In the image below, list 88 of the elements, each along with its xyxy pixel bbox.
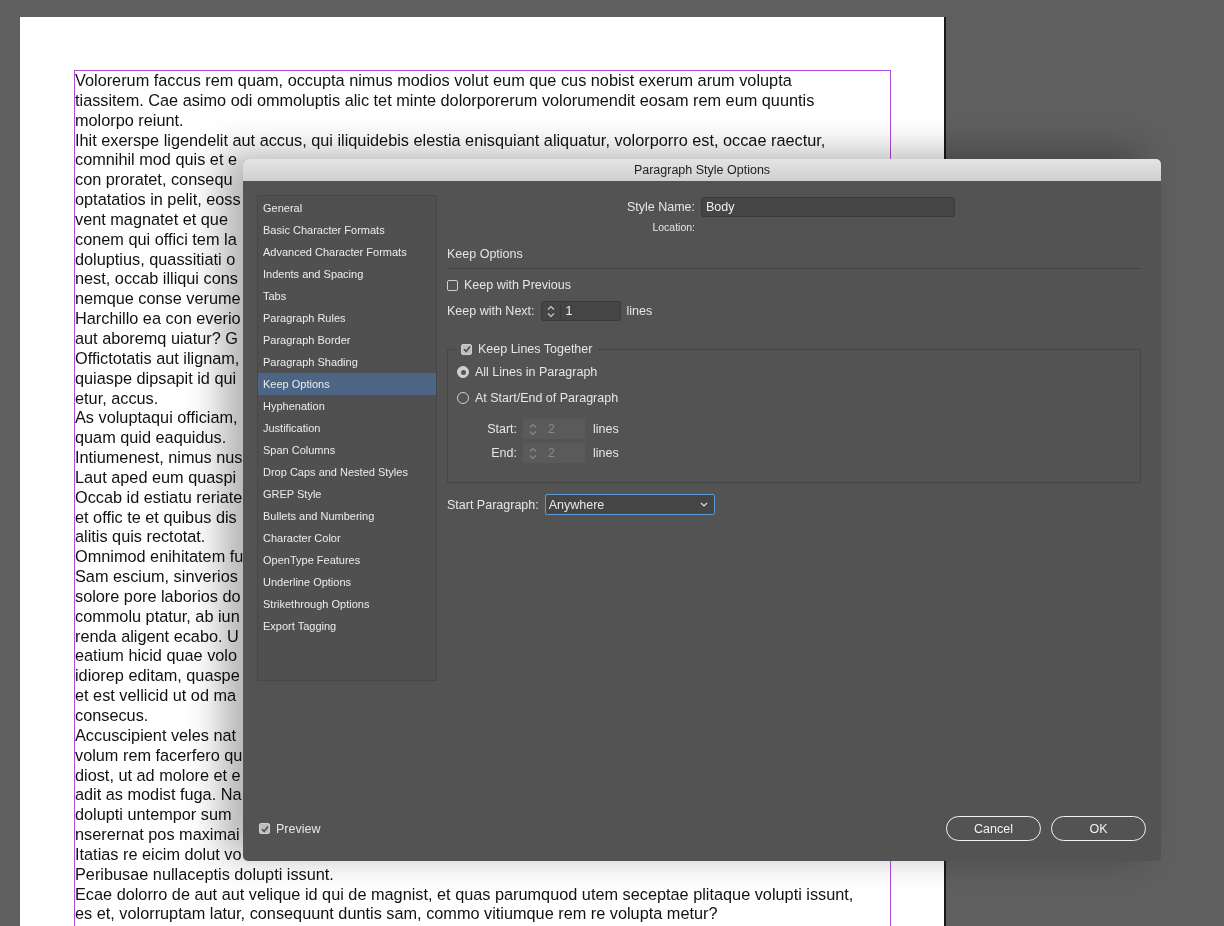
category-item[interactable]: Justification [258, 417, 436, 439]
body-text-line: nest, occab illiqui cons [75, 269, 238, 290]
category-item[interactable]: Paragraph Border [258, 329, 436, 351]
body-text-line: Ecae dolorro de aut aut velique id qui de magnist, et quas parumquod utem seceptae plitaque volupti issunt, [75, 884, 854, 905]
body-text-line: Accuscipient veles nat [75, 725, 237, 746]
body-text-line: comnihil mod quis et e [75, 150, 237, 171]
chevron-down-icon [699, 502, 708, 507]
section-heading: Keep Options [447, 247, 1141, 269]
category-item[interactable]: Basic Character Formats [258, 219, 436, 241]
category-item[interactable]: OpenType Features [258, 549, 436, 571]
category-item[interactable]: Indents and Spacing [258, 263, 436, 285]
body-text-line: molorpo reiunt. [75, 110, 184, 131]
body-text-line: conem qui offici tem la [75, 229, 237, 250]
category-item[interactable]: Paragraph Rules [258, 307, 436, 329]
keep-with-next-label: Keep with Next: [447, 304, 535, 318]
unit-label: lines [593, 422, 619, 436]
category-item[interactable]: Export Tagging [258, 615, 436, 637]
body-text-line: renda aligent ecabo. U [75, 626, 239, 647]
body-text-line: doluptius, quassitiati o [75, 249, 236, 270]
body-text-line: eatium hicid quae volo [75, 646, 237, 667]
body-text-line: etur, accus. [75, 388, 159, 409]
body-text-line: Offictotatis aut ilignam, [75, 348, 240, 369]
radio-label: At Start/End of Paragraph [475, 391, 619, 405]
body-text-line: Peribusae nullaceptis dolupti issunt. [75, 864, 334, 885]
stepper-arrows-icon[interactable] [546, 304, 555, 318]
body-text-line: nemque conse verume [75, 289, 241, 310]
body-text-line: idiorep editam, quaspe [75, 666, 240, 687]
preview-label: Preview [276, 821, 321, 836]
body-text-line: consecus. [75, 706, 149, 726]
category-item[interactable]: Bullets and Numbering [258, 505, 436, 527]
body-text-line: Volorerum faccus rem quam, occupta nimus modios volut eum que cus nobist exerum arum volupta [75, 71, 792, 91]
unit-label: lines [626, 304, 653, 318]
category-item[interactable]: General [258, 197, 436, 219]
category-item[interactable]: Strikethrough Options [258, 593, 436, 615]
body-text-line: Omnimod enihitatem fu [75, 547, 244, 568]
unit-label: lines [593, 446, 619, 460]
body-text-line: con proratet, consequ [75, 170, 233, 191]
preview-checkbox[interactable] [259, 823, 270, 834]
radio-label: All Lines in Paragraph [475, 365, 598, 379]
keep-lines-together-checkbox[interactable] [461, 343, 472, 355]
body-text-line: commolu ptatur, ab iun [75, 606, 240, 627]
body-text-line: Harchillo ea con everio [75, 309, 241, 329]
start-paragraph-dropdown[interactable]: Anywhere [544, 494, 715, 515]
body-text-line: quam quid eaquidus. [75, 428, 227, 449]
start-paragraph-label: Start Paragraph: [447, 497, 539, 512]
category-item[interactable]: Drop Caps and Nested Styles [258, 461, 436, 483]
category-item[interactable]: Hyphenation [258, 395, 436, 417]
dialog-title: Paragraph Style Options [243, 159, 1161, 181]
category-item[interactable]: Keep Options [258, 373, 436, 395]
keep-with-previous-label: Keep with Previous [464, 278, 571, 292]
body-text-line: aut aboremq uiatur? G [75, 328, 238, 349]
location-label: Location: [651, 221, 695, 233]
radio-button[interactable] [457, 366, 469, 378]
body-text-line: As voluptaqui officiam, [75, 408, 238, 429]
body-text-line: nserernat pos maximai [75, 825, 240, 845]
category-item[interactable]: GREP Style [258, 483, 436, 505]
category-item[interactable]: Advanced Character Formats [258, 241, 436, 263]
body-text-line: quiaspe dipsapit id qui [75, 368, 237, 389]
line-count-label: Start: [486, 422, 517, 436]
body-text-line: diost, ut ad molore et e [75, 765, 241, 786]
body-text-line: alitis quis rectotat. [75, 527, 206, 548]
body-text-line: volum rem facerfero qu [75, 745, 243, 766]
body-text-line: tiassitem. Cae asimo odi ommoluptis alic tet minte dolorporerum volorumendit eosam rem eum quuntis [75, 90, 815, 111]
category-item[interactable]: Paragraph Shading [258, 351, 436, 373]
style-name-field[interactable]: Body [701, 197, 955, 217]
body-text-line: Laut aped eum quaspi [75, 467, 237, 488]
body-text-line: optatatios in pelit, eoss [75, 190, 241, 210]
category-item[interactable]: Tabs [258, 285, 436, 307]
style-name-label: Style Name: [625, 200, 695, 214]
body-text-line: Itatias re eicim dolut vo [75, 844, 242, 865]
body-text-line: Occab id estiatu reriate [75, 487, 243, 508]
body-text-line: Sam escium, sinverios [75, 567, 238, 587]
keep-with-previous-checkbox[interactable] [447, 279, 458, 291]
body-text-line: solore pore laborios do [75, 586, 241, 607]
body-text-line: Intiumenest, nimus nus [75, 448, 243, 468]
body-text-line: adit as modist fuga. Na [75, 785, 242, 806]
body-text-line: Ihit exerspe ligendelit aut accus, qui iliquidebis elestia enisquiant aliquatur, volorporro est, occae raectur, [75, 130, 826, 151]
body-text-line: et est vellicid ut od ma [75, 686, 237, 706]
body-text-line: dolupti untempor sum [75, 805, 232, 826]
category-item[interactable]: Underline Options [258, 571, 436, 593]
keep-with-next-field[interactable]: 1 [540, 301, 621, 321]
category-item[interactable]: Character Color [258, 527, 436, 549]
line-count-label: End: [490, 446, 517, 460]
body-text-line: vent magnatet et que [75, 209, 228, 230]
body-text-line: et offic te et quibus dis [75, 507, 237, 528]
keep-lines-together-label: Keep Lines Together [478, 342, 593, 356]
category-item[interactable]: Span Columns [258, 439, 436, 461]
body-text-line: es et, volorruptam latur, consequunt duntis sam, commo vitiumque rem re volupta metur? [75, 904, 718, 925]
